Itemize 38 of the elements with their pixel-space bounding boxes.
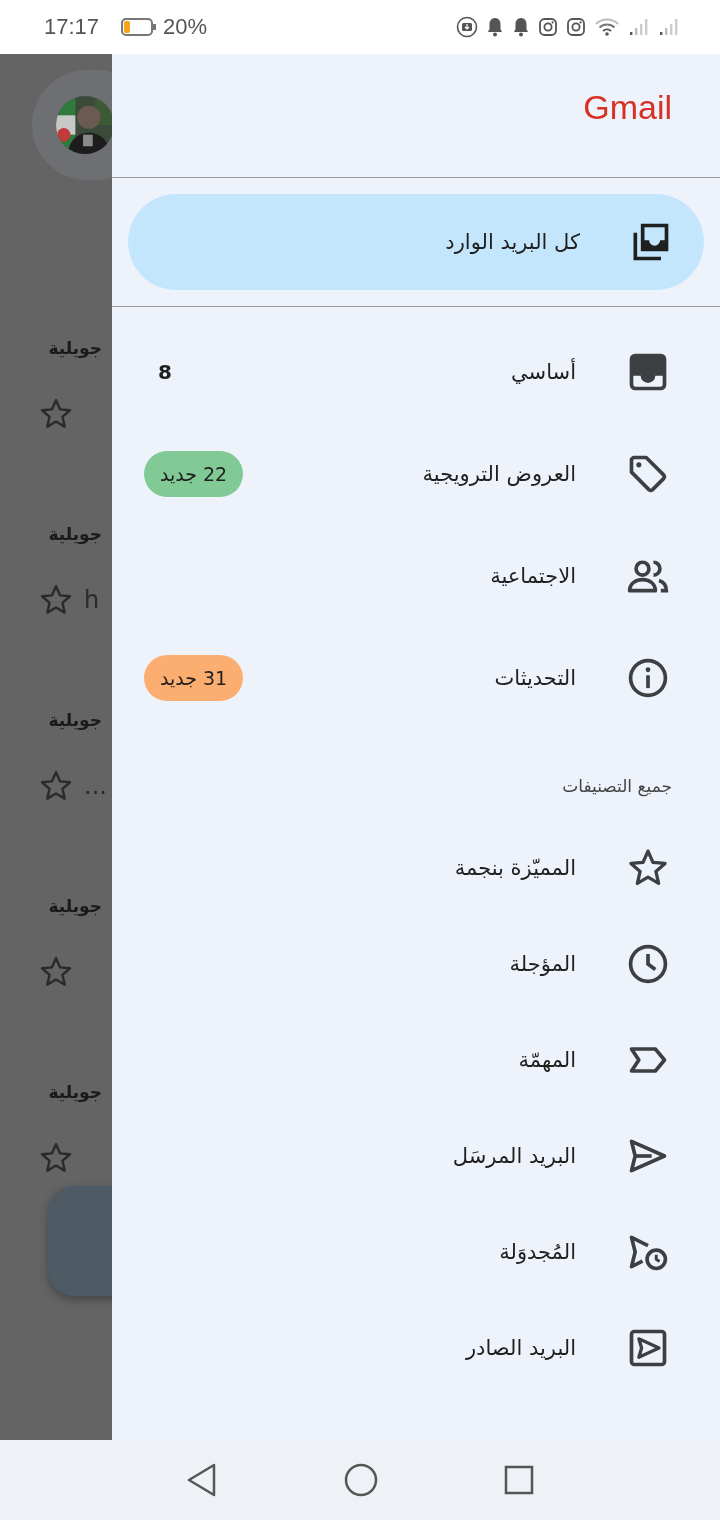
- email-snippet: h: [84, 586, 100, 614]
- email-date: جويلية: [47, 709, 103, 732]
- unread-count: 8: [158, 360, 172, 384]
- drawer-item[interactable]: التحديثات 31 جديد: [112, 627, 720, 729]
- drawer-item[interactable]: الاجتماعية: [112, 525, 720, 627]
- email-date: جويلية: [47, 1081, 103, 1104]
- drawer-item[interactable]: المؤجلة: [112, 916, 720, 1012]
- bell-icon: [486, 16, 504, 38]
- section-heading: جميع التصنيفات: [561, 775, 673, 799]
- email-date: جويلية: [47, 523, 103, 546]
- clock-icon: [626, 942, 670, 986]
- battery-percent: 20%: [163, 14, 208, 40]
- battery-icon: [121, 17, 158, 37]
- recents-icon[interactable]: [504, 1465, 534, 1495]
- signal-icon: [658, 17, 680, 37]
- drawer-item[interactable]: العروض الترويجية 22 جديد: [112, 423, 720, 525]
- status-time: 17:17: [44, 14, 100, 40]
- drawer-item[interactable]: كل البريد الوارد: [128, 194, 704, 290]
- app-logo: Gmail: [583, 88, 672, 127]
- email-snippet: ...: [84, 772, 107, 800]
- back-icon[interactable]: [186, 1463, 218, 1497]
- drawer-item[interactable]: البريد المرسَل: [112, 1108, 720, 1204]
- new-count-badge: 31 جديد: [144, 655, 244, 701]
- camera-icon: [538, 17, 558, 37]
- drawer-item[interactable]: المميّزة بنجمة: [112, 820, 720, 916]
- info-icon: [626, 656, 670, 700]
- download-icon: [456, 16, 478, 38]
- drawer-item[interactable]: المُجدوَلة: [112, 1204, 720, 1300]
- signal-icon: [628, 17, 650, 37]
- drawer-item[interactable]: البريد الصادر: [112, 1300, 720, 1396]
- camera-icon: [566, 17, 586, 37]
- email-date: جويلية: [47, 895, 103, 918]
- wifi-icon: [594, 17, 620, 37]
- email-date: جويلية: [47, 337, 103, 360]
- new-count-badge: 22 جديد: [144, 451, 244, 497]
- home-icon[interactable]: [344, 1463, 378, 1497]
- bell-icon: [512, 16, 530, 38]
- drawer-item[interactable]: المهمّة: [112, 1012, 720, 1108]
